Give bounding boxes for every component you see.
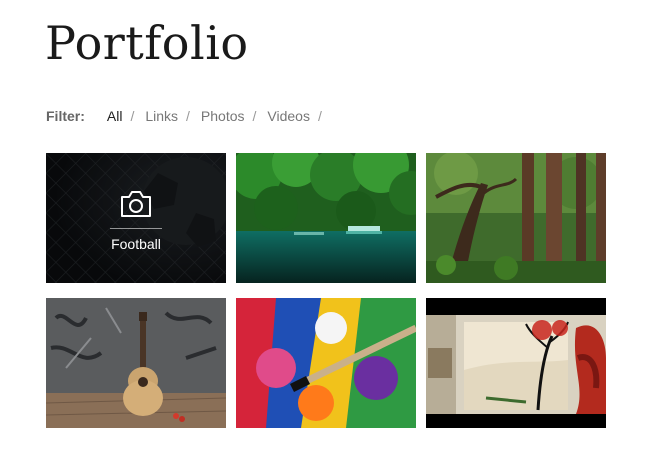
portfolio-item-football[interactable]: Football xyxy=(46,153,226,283)
filter-all[interactable]: All xyxy=(107,108,123,124)
video-thumbnail xyxy=(426,298,606,428)
filter-separator: / xyxy=(252,108,257,124)
page-title: Portfolio xyxy=(45,16,249,70)
portfolio-item-painting[interactable] xyxy=(236,298,416,428)
filter-label: Filter: xyxy=(46,108,85,124)
overlay-divider xyxy=(110,227,162,229)
portfolio-item-video[interactable] xyxy=(426,298,606,428)
lake-thumbnail xyxy=(236,153,416,283)
forest-thumbnail xyxy=(426,153,606,283)
portfolio-filter: Filter: All / Links / Photos / Videos / xyxy=(46,107,333,125)
filter-videos[interactable]: Videos xyxy=(267,108,310,124)
guitar-thumbnail xyxy=(46,298,226,428)
camera-icon xyxy=(121,190,151,217)
portfolio-item-overlay: Football xyxy=(46,153,226,283)
filter-separator: / xyxy=(130,108,135,124)
filter-separator: / xyxy=(186,108,190,124)
painting-thumbnail xyxy=(236,298,416,428)
filter-links[interactable]: Links xyxy=(145,108,178,124)
filter-separator: / xyxy=(317,108,322,124)
portfolio-item-forest[interactable] xyxy=(426,153,606,283)
portfolio-grid: Football xyxy=(46,153,606,428)
portfolio-item-guitar[interactable] xyxy=(46,298,226,428)
portfolio-item-lake[interactable] xyxy=(236,153,416,283)
filter-photos[interactable]: Photos xyxy=(201,108,245,124)
portfolio-item-caption: Football xyxy=(111,235,161,252)
